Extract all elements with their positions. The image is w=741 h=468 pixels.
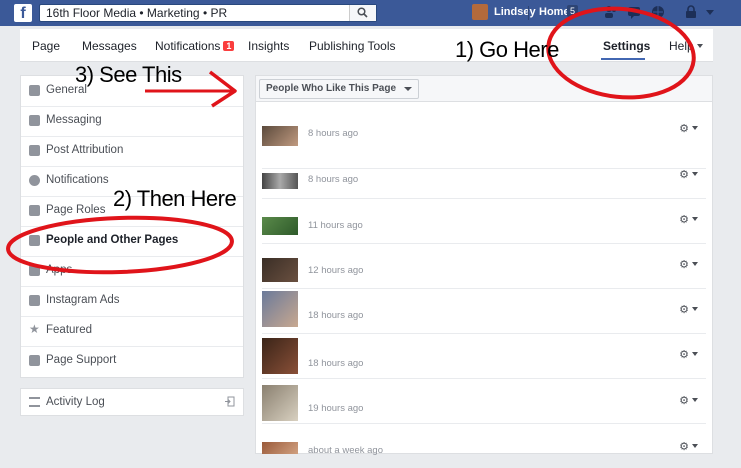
annotation-step-2: 2) Then Here <box>113 186 237 211</box>
annotation-step-3: 3) See This <box>75 62 182 87</box>
people-highlight-circle <box>6 215 234 275</box>
settings-highlight-circle <box>546 6 696 100</box>
annotation-step-1: 1) Go Here <box>455 37 559 62</box>
